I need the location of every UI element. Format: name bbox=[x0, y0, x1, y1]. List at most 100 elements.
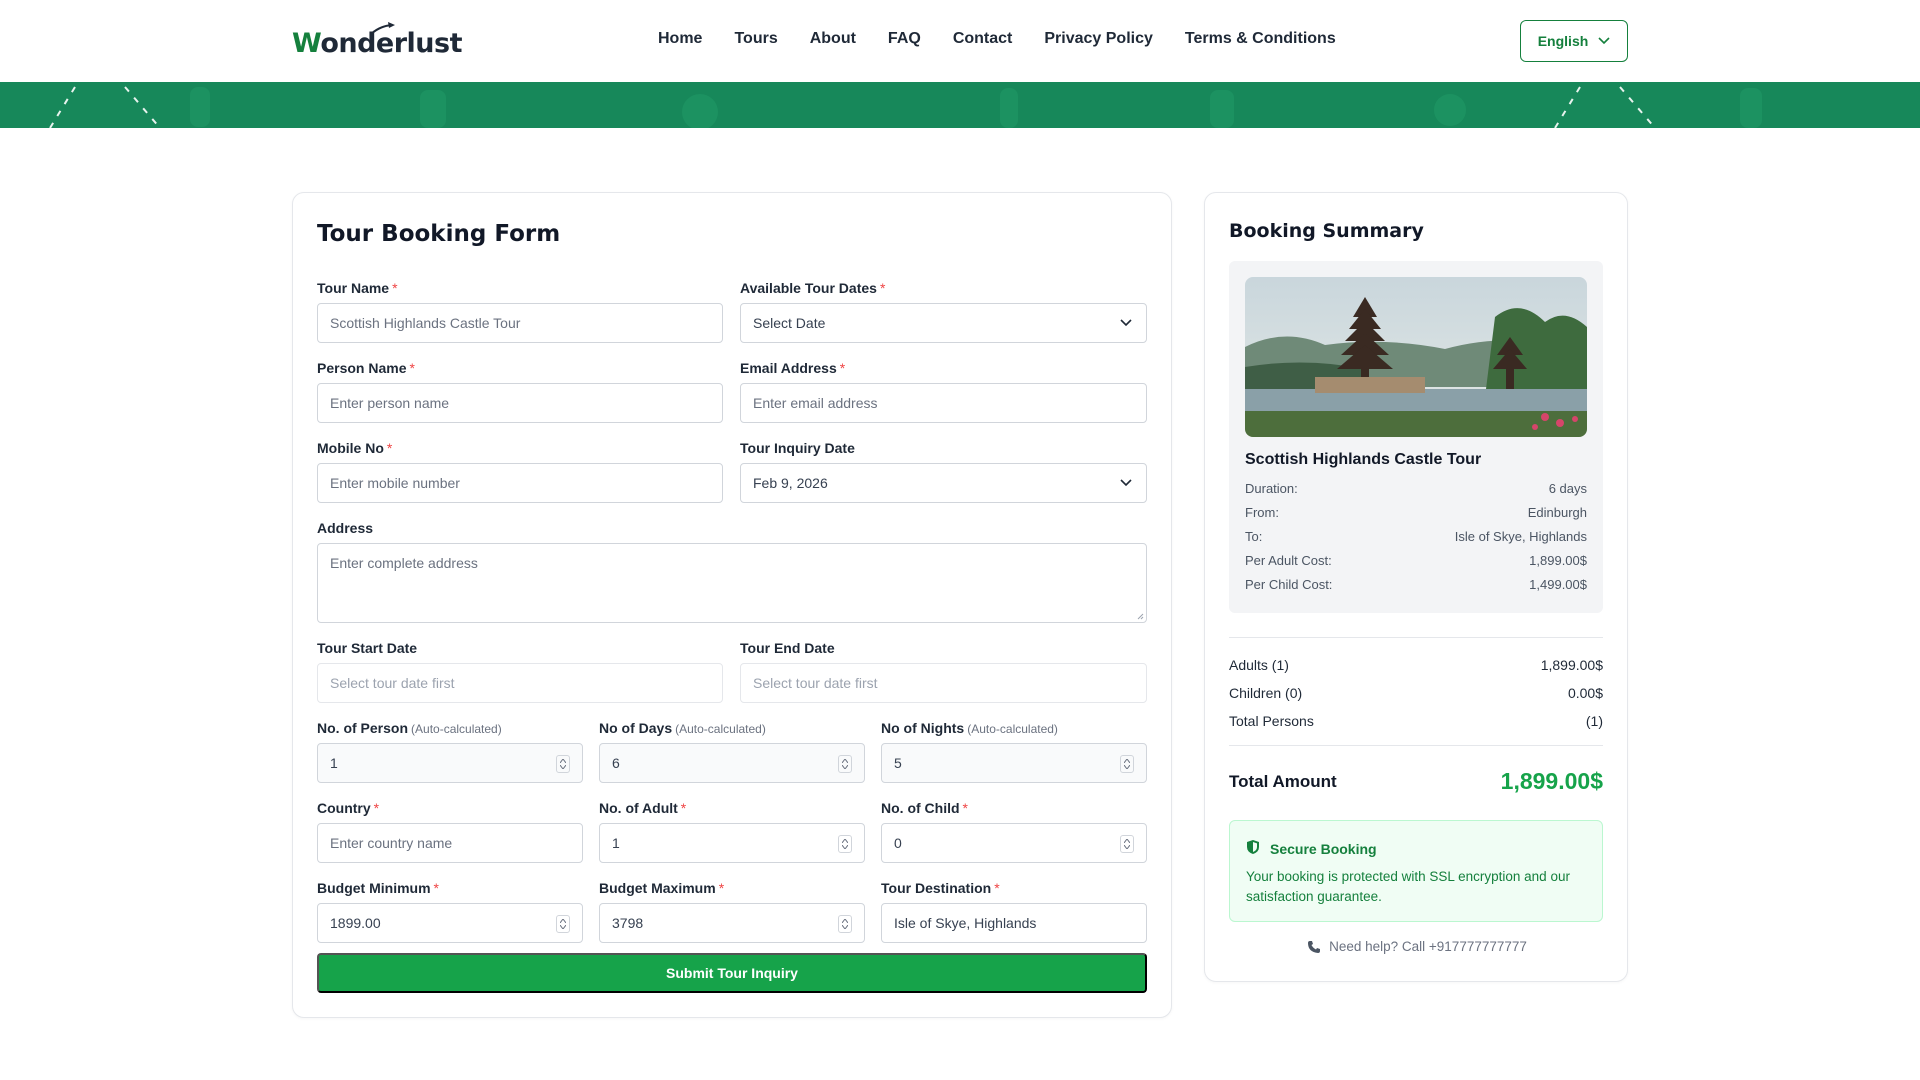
person-name-input[interactable]: Enter person name bbox=[317, 383, 723, 423]
num-child-input[interactable]: 0 bbox=[881, 823, 1147, 863]
tour-name-field: Tour Name * Scottish Highlands Castle Tou… bbox=[317, 279, 723, 343]
destination-input[interactable]: Isle of Skye, Highlands bbox=[881, 903, 1147, 943]
plane-icon bbox=[370, 22, 395, 35]
divider bbox=[1229, 745, 1603, 746]
inquiry-date-label: Tour Inquiry Date bbox=[740, 440, 855, 456]
total-value: 1,899.00$ bbox=[1500, 768, 1603, 794]
divider bbox=[1229, 637, 1603, 638]
nav-faq[interactable]: FAQ bbox=[888, 28, 921, 50]
country-input[interactable]: Enter country name bbox=[317, 823, 583, 863]
mobile-field: Mobile No * Enter mobile number bbox=[317, 439, 723, 503]
booking-summary: Booking Summary Scottish Highlands Castl… bbox=[1204, 192, 1628, 982]
nav-contact[interactable]: Contact bbox=[953, 28, 1013, 50]
total-amount: Total Amount 1,899.00$ bbox=[1229, 768, 1603, 795]
country-field: Country * Enter country name bbox=[317, 799, 583, 863]
budget-min-input[interactable]: 1899.00 bbox=[317, 903, 583, 943]
nav-tours[interactable]: Tours bbox=[734, 28, 777, 50]
inquiry-date-field: Tour Inquiry Date Feb 9, 2026 bbox=[740, 439, 1147, 503]
address-field: Address Enter complete address bbox=[317, 519, 1147, 623]
chevron-down-icon bbox=[1120, 319, 1132, 327]
help-text: Need help? Call +917777777777 bbox=[1329, 939, 1527, 954]
num-person-field: No. of Person (Auto-calculated) 1 bbox=[317, 719, 583, 783]
num-nights-input[interactable]: 5 bbox=[881, 743, 1147, 783]
site-header: Wonderlust Home Tours About FAQ Contact … bbox=[0, 0, 1920, 82]
stepper-icon[interactable] bbox=[838, 915, 852, 933]
budget-min-label: Budget Minimum bbox=[317, 880, 431, 896]
summary-title: Booking Summary bbox=[1229, 220, 1424, 242]
nav-about[interactable]: About bbox=[810, 28, 856, 50]
tour-dates-field: Available Tour Dates * Select Date bbox=[740, 279, 1147, 343]
tour-dates-select[interactable]: Select Date bbox=[740, 303, 1147, 343]
num-child-field: No. of Child * 0 bbox=[881, 799, 1147, 863]
email-field: Email Address * Enter email address bbox=[740, 359, 1147, 423]
nav-privacy-policy[interactable]: Privacy Policy bbox=[1044, 28, 1153, 50]
start-date-field: Tour Start Date Select tour date first bbox=[317, 639, 723, 703]
end-date-label: Tour End Date bbox=[740, 640, 835, 656]
num-person-label: No. of Person bbox=[317, 720, 409, 736]
phone-icon bbox=[1308, 940, 1321, 953]
language-select[interactable]: English bbox=[1520, 20, 1628, 62]
tour-image bbox=[1245, 277, 1587, 437]
line-children: Children (0) 0.00$ bbox=[1229, 685, 1603, 701]
secure-title: Secure Booking bbox=[1270, 841, 1377, 857]
tour-name-label: Tour Name bbox=[317, 280, 390, 296]
mobile-input[interactable]: Enter mobile number bbox=[317, 463, 723, 503]
tour-name-input[interactable]: Scottish Highlands Castle Tour bbox=[317, 303, 723, 343]
num-days-input[interactable]: 6 bbox=[599, 743, 865, 783]
logo[interactable]: Wonderlust bbox=[292, 22, 463, 60]
line-total-persons: Total Persons (1) bbox=[1229, 713, 1603, 729]
inquiry-date-select[interactable]: Feb 9, 2026 bbox=[740, 463, 1147, 503]
destination-field: Tour Destination * Isle of Skye, Highland… bbox=[881, 879, 1147, 943]
num-person-input[interactable]: 1 bbox=[317, 743, 583, 783]
stepper-icon[interactable] bbox=[838, 835, 852, 853]
stepper-icon[interactable] bbox=[1120, 835, 1134, 853]
line-adults: Adults (1) 1,899.00$ bbox=[1229, 657, 1603, 673]
num-adult-field: No. of Adult * 1 bbox=[599, 799, 865, 863]
budget-min-field: Budget Minimum * 1899.00 bbox=[317, 879, 583, 943]
language-label: English bbox=[1537, 33, 1589, 49]
summary-tour-name: Scottish Highlands Castle Tour bbox=[1245, 451, 1482, 468]
nav-terms-conditions[interactable]: Terms & Conditions bbox=[1185, 28, 1336, 50]
banner-pattern bbox=[49, 86, 1762, 128]
num-adult-label: No. of Adult bbox=[599, 800, 678, 816]
submit-inquiry-button[interactable]: Submit Tour Inquiry bbox=[317, 953, 1147, 993]
detail-child-cost: Per Child Cost: 1,499.00$ bbox=[1245, 577, 1587, 592]
detail-to: To: Isle of Skye, Highlands bbox=[1245, 529, 1587, 544]
num-days-field: No of Days (Auto-calculated) 6 bbox=[599, 719, 865, 783]
chevron-down-icon bbox=[1598, 37, 1610, 45]
detail-duration: Duration: 6 days bbox=[1245, 481, 1587, 496]
hero-banner bbox=[0, 82, 1920, 128]
total-label: Total Amount bbox=[1229, 771, 1337, 791]
form-title: Tour Booking Form bbox=[317, 221, 561, 247]
chevron-down-icon bbox=[1120, 479, 1132, 487]
stepper-icon[interactable] bbox=[1120, 755, 1134, 773]
shield-icon bbox=[1247, 840, 1259, 854]
nav-home[interactable]: Home bbox=[658, 28, 702, 50]
end-date-input[interactable]: Select tour date first bbox=[740, 663, 1147, 703]
main-nav: Home Tours About FAQ Contact Privacy Pol… bbox=[658, 28, 1368, 50]
address-label: Address bbox=[317, 520, 374, 536]
tour-dates-label: Available Tour Dates bbox=[740, 280, 877, 296]
budget-max-label: Budget Maximum bbox=[599, 880, 716, 896]
num-adult-input[interactable]: 1 bbox=[599, 823, 865, 863]
stepper-icon[interactable] bbox=[838, 755, 852, 773]
email-input[interactable]: Enter email address bbox=[740, 383, 1147, 423]
stepper-icon[interactable] bbox=[556, 755, 570, 773]
end-date-field: Tour End Date Select tour date first bbox=[740, 639, 1147, 703]
detail-adult-cost: Per Adult Cost: 1,899.00$ bbox=[1245, 553, 1587, 568]
num-days-label: No of Days bbox=[599, 720, 673, 736]
resize-handle-icon[interactable] bbox=[1137, 613, 1144, 620]
secure-booking-notice: Secure Booking Your booking is protected… bbox=[1229, 820, 1603, 922]
detail-from: From: Edinburgh bbox=[1245, 505, 1587, 520]
start-date-input[interactable]: Select tour date first bbox=[317, 663, 723, 703]
address-textarea[interactable]: Enter complete address bbox=[317, 543, 1147, 623]
stepper-icon[interactable] bbox=[556, 915, 570, 933]
help-line[interactable]: Need help? Call +917777777777 bbox=[1205, 939, 1629, 954]
budget-max-field: Budget Maximum * 3798 bbox=[599, 879, 865, 943]
budget-max-input[interactable]: 3798 bbox=[599, 903, 865, 943]
email-label: Email Address bbox=[740, 360, 837, 376]
destination-label: Tour Destination bbox=[881, 880, 992, 896]
num-nights-label: No of Nights bbox=[881, 720, 965, 736]
person-name-label: Person Name bbox=[317, 360, 407, 376]
mobile-label: Mobile No bbox=[317, 440, 384, 456]
